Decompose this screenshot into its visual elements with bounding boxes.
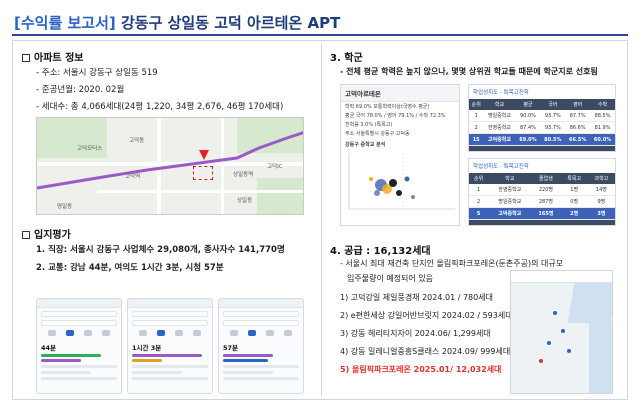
map-label-3: 상일동: [237, 198, 253, 204]
table-row: 2 한영중학교 87.4% 93.7% 86.6% 81.9%: [469, 121, 615, 134]
checkbox-square-icon: [22, 231, 30, 239]
report-title-label: [수익률 보고서]: [14, 14, 116, 32]
apartment-marker: [193, 166, 213, 180]
achievement-table-panel: 학업성취도 · 특목고진학 순위 학교 평균 국어 영어 수학 1 명일중학교 90.0% …: [468, 84, 616, 152]
academy-line: 평균 국어 78.0% / 영어 79.1% / 수학 72.3%: [345, 113, 446, 119]
achievement-table: 순위 학교 평균 국어 영어 수학 1 명일중학교 90.0% 93.7% 87.7% 88.5…: [469, 99, 615, 146]
transit-time: 44분: [41, 344, 57, 352]
supply-item-3: 3) 강동 헤리티지자이 2024.06/ 1,299세대: [340, 329, 491, 338]
location-item-jobs: 1. 직장: 서울시 강동구 사업체수 29,080개, 종사자수 141,77…: [36, 245, 285, 255]
report-title: [수익률 보고서] 강동구 상일동 고덕 아르테온 APT: [14, 12, 340, 33]
map-label-6: 고덕IC: [267, 164, 283, 170]
table-row: 2 명일중학교 287명 0명 9명: [469, 195, 615, 208]
column-divider: [321, 44, 322, 396]
map-label-0: 고덕역: [125, 174, 141, 180]
apartment-address: - 주소: 서울시 강동구 상일동 519: [36, 68, 158, 78]
map-label-2: 상일동역: [233, 172, 254, 178]
academy-panel: 고덕아르테온 학력 69.0% 보통학력이상(국영수 평균) 평균 국어 78.…: [340, 84, 460, 226]
table-footer-bar: [469, 146, 615, 151]
location-map: 고덕역 고덕동 상일동역 상일동 명일동 고덕모터스 고덕IC: [36, 117, 304, 215]
supply-desc-1: - 서울시 최대 재건축 단지인 올림픽파크포레온(둔촌주공)의 대규모: [340, 259, 564, 268]
transit-time: 1시간 3분: [132, 344, 162, 352]
supply-item-2: 2) e편한세상 강일어반브릿지 2024.02 / 593세대: [340, 311, 513, 320]
map-label-4: 명일동: [57, 204, 73, 210]
special-school-table-panel: 학업성취도 · 특목고진학 순위 학교 졸업생 특목고 과학고 1 한영중학교 220명 …: [468, 158, 616, 226]
special-school-tab[interactable]: 학업성취도 · 특목고진학: [469, 159, 615, 173]
supply-map-thumbnail: [510, 270, 613, 394]
supply-item-5: 5) 올림픽파크포레온 2025.01/ 12,032세대: [340, 365, 502, 374]
apartment-households: - 세대수: 총 4,066세대(24평 1,220, 34평 2,676, 4…: [36, 102, 284, 112]
transit-card-cityhall: 57분: [218, 298, 304, 394]
table-row-highlight: 15 고덕중학교 69.0% 80.5% 66.5% 60.0%: [469, 133, 615, 146]
map-label-1: 고덕동: [129, 138, 145, 144]
report-title-text: 강동구 상일동 고덕 아르테온 APT: [120, 14, 341, 32]
academy-title: 고덕아르테온: [341, 85, 459, 102]
supply-item-1: 1) 고덕강일 제일풍경채 2024.01 / 780세대: [340, 293, 493, 302]
table-footer-bar: [469, 220, 615, 225]
academy-line: 진학률 3.0% (특목고): [345, 122, 393, 128]
school-summary: - 전체 평균 학력은 높지 않으나, 몇몇 상위권 학교들 때문에 학군지로 …: [340, 67, 598, 76]
subway-route: [37, 131, 303, 190]
title-bar: [수익률 보고서] 강동구 상일동 고덕 아르테온 APT: [12, 10, 628, 36]
achievement-tab[interactable]: 학업성취도 · 특목고진학: [469, 85, 615, 99]
table-row-highlight: 5 고덕중학교 165명 2명 3명: [469, 207, 615, 220]
apartment-heading: 아파트 정보: [22, 49, 83, 64]
location-heading: 입지평가: [22, 226, 71, 241]
location-pin-icon: [199, 150, 209, 160]
table-row: 1 한영중학교 220명 1명 14명: [469, 184, 615, 196]
supply-item-4: 4) 강동 밀레니얼중흥S클래스 2024.09/ 999세대: [340, 347, 511, 356]
school-scatter-plot: [348, 153, 455, 210]
school-heading: 3. 학군: [330, 53, 363, 64]
academy-chart-caption: 강동구 중학교 분석: [345, 142, 386, 148]
table-row: 1 명일중학교 90.0% 93.7% 87.7% 88.5%: [469, 110, 615, 122]
special-school-table: 순위 학교 졸업생 특목고 과학고 1 한영중학교 220명 1명 14명 2 명일중학교 28…: [469, 173, 615, 220]
academy-line: 학력 69.0% 보통학력이상(국영수 평균): [345, 104, 430, 110]
transit-time: 57분: [223, 344, 239, 352]
supply-desc-2: 입주물량이 예정되어 있음: [347, 274, 434, 283]
map-label-5: 고덕모터스: [77, 146, 103, 152]
location-item-transport: 2. 교통: 강남 44분, 여의도 1시간 3분, 시청 57분: [36, 263, 224, 273]
academy-line: 주소 서울특별시 강동구 고덕동: [345, 131, 410, 137]
supply-heading: 4. 공급 : 16,132세대: [330, 246, 431, 257]
checkbox-square-icon: [22, 54, 30, 62]
transit-card-yeouido: 1시간 3분: [127, 298, 213, 394]
apartment-completion: - 준공년월: 2020. 02월: [36, 85, 125, 95]
transit-card-gangnam: 44분: [36, 298, 122, 394]
